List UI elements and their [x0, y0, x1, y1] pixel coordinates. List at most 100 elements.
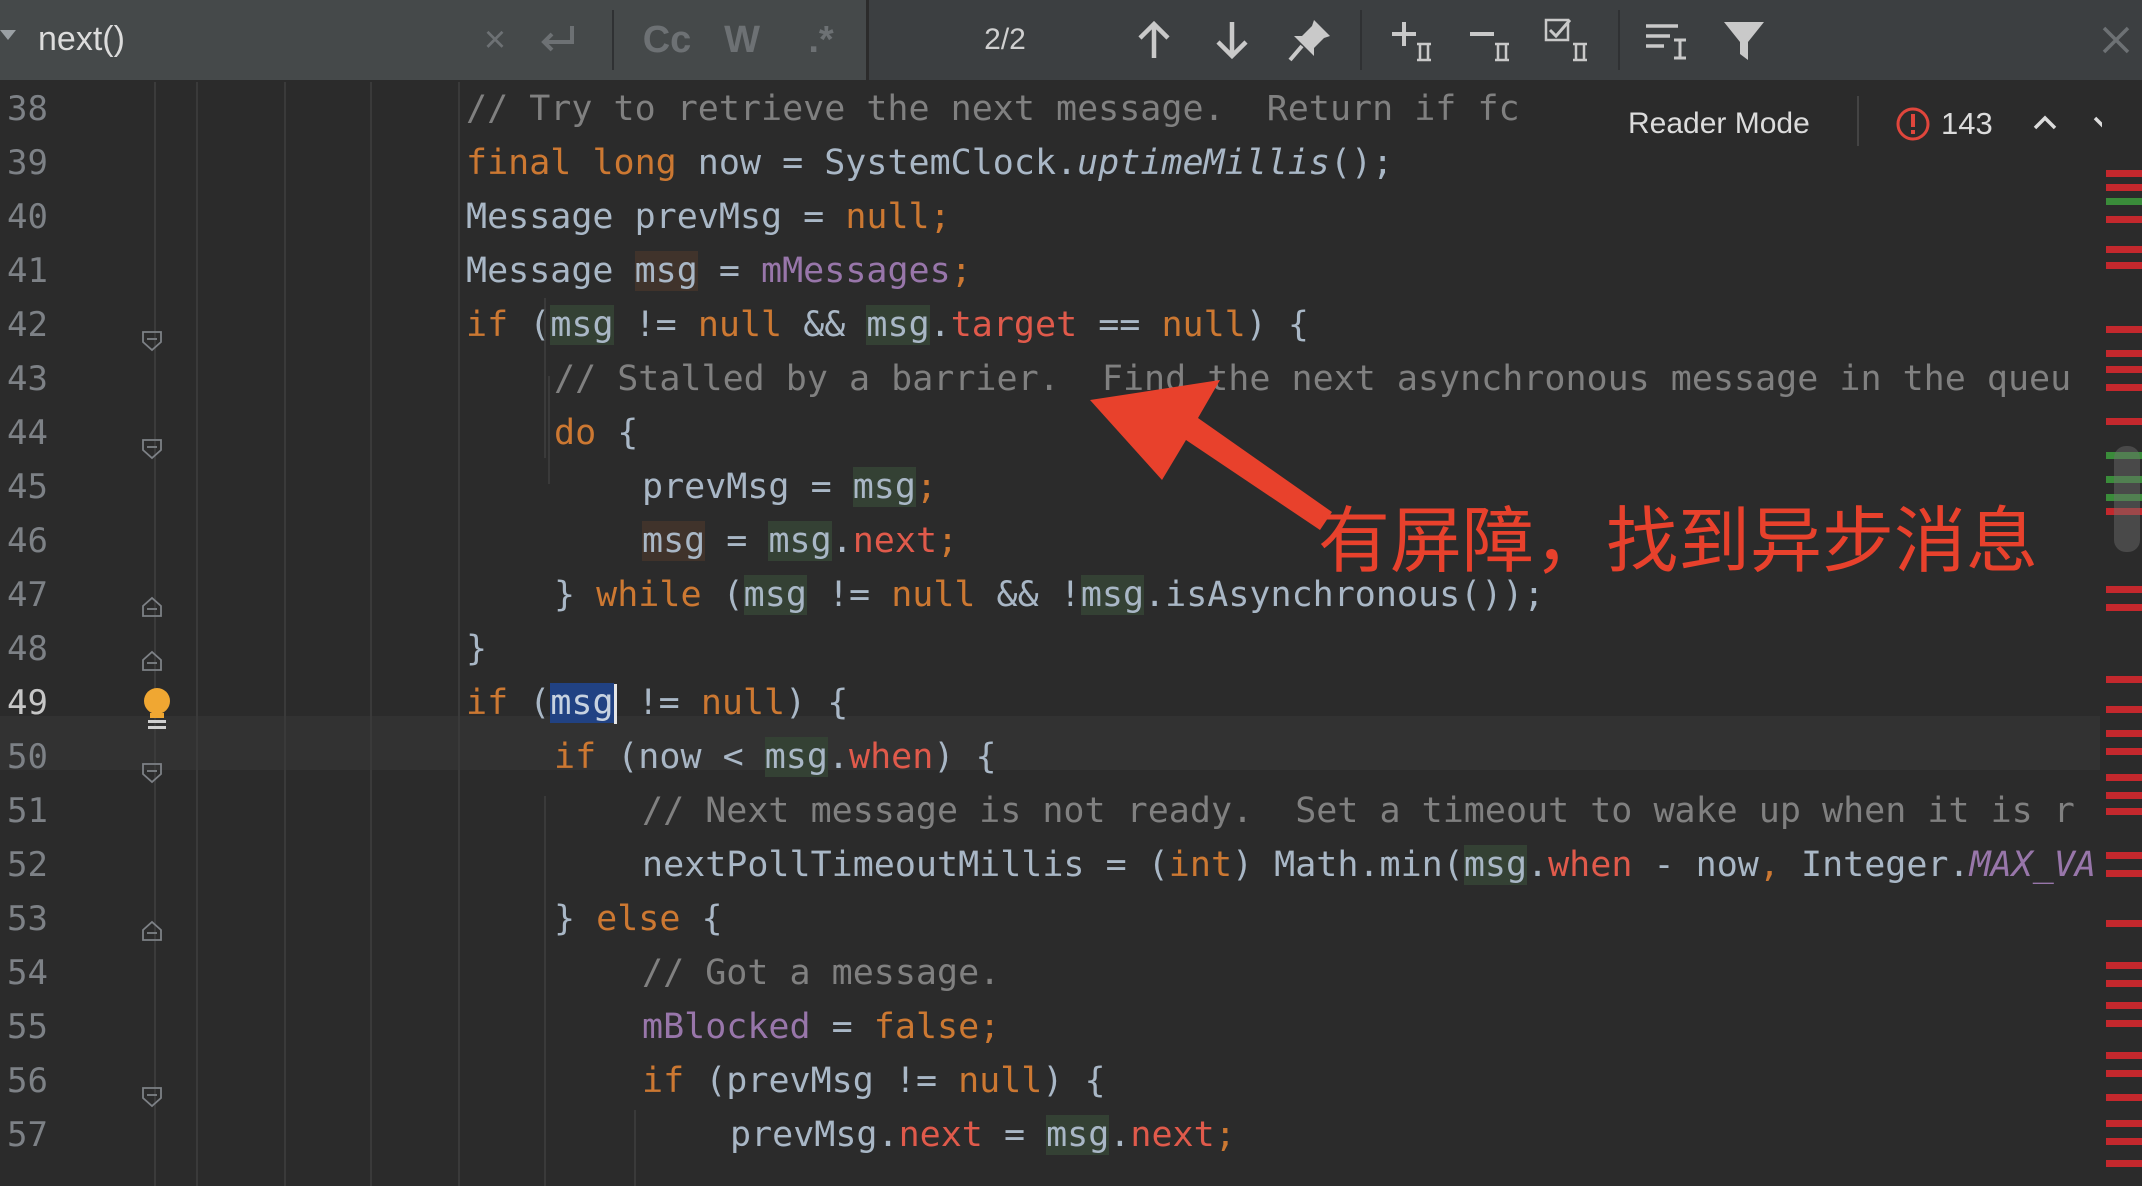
error-marker[interactable] [2106, 384, 2142, 391]
token: ( [508, 305, 551, 345]
code-line-current: 49 if (msg != null) { [0, 676, 2100, 730]
line-number: 43 [7, 359, 48, 399]
line-number: 56 [7, 1061, 48, 1101]
error-marker[interactable] [2106, 1052, 2142, 1059]
error-marker[interactable] [2106, 1160, 2142, 1167]
error-marker[interactable] [2106, 792, 2142, 799]
next-occurrence-icon[interactable] [1206, 14, 1258, 66]
error-icon[interactable] [1895, 106, 1931, 142]
change-marker[interactable] [2106, 198, 2142, 205]
search-history-icon[interactable] [0, 30, 16, 40]
token-variable: msg [550, 305, 614, 345]
token-field: target [950, 305, 1078, 345]
new-line-icon[interactable] [532, 14, 584, 66]
select-all-occurrences-icon[interactable] [1542, 14, 1594, 66]
error-marker[interactable] [2106, 1002, 2142, 1009]
token: = [810, 1007, 874, 1047]
error-marker[interactable] [2106, 326, 2142, 333]
scrollbar-thumb[interactable] [2114, 446, 2140, 552]
words-toggle[interactable]: W [714, 12, 770, 68]
line-number: 40 [7, 197, 48, 237]
pin-icon[interactable] [1284, 14, 1336, 66]
error-marker[interactable] [2106, 262, 2142, 269]
token-type: Message [466, 197, 614, 237]
filter-icon[interactable] [1718, 14, 1770, 66]
error-marker[interactable] [2106, 962, 2142, 969]
error-marker[interactable] [2106, 852, 2142, 859]
error-marker[interactable] [2106, 1020, 2142, 1027]
line-number: 52 [7, 845, 48, 885]
token-field: when [1548, 845, 1633, 885]
token: ; [929, 197, 951, 237]
fold-end-icon[interactable] [141, 920, 163, 942]
error-marker[interactable] [2106, 184, 2142, 191]
code-text: if (msg != null && msg.target == null) { [466, 298, 1309, 352]
toolbar-separator [1360, 10, 1362, 70]
error-marker[interactable] [2106, 676, 2142, 683]
fold-collapse-icon[interactable] [141, 330, 163, 352]
error-marker[interactable] [2106, 1094, 2142, 1101]
code-line: 56 if (prevMsg != null) { [0, 1054, 2100, 1108]
error-marker[interactable] [2106, 604, 2142, 611]
reader-mode-button[interactable]: Reader Mode [1628, 104, 1810, 144]
code-line: 55 mBlocked = false; [0, 1000, 2100, 1054]
token: ; [937, 521, 959, 561]
fold-collapse-icon[interactable] [141, 1086, 163, 1108]
close-search-icon[interactable] [2090, 14, 2142, 66]
add-occurrence-icon[interactable] [1386, 14, 1438, 66]
token: ( [701, 575, 744, 615]
code-editor[interactable]: 38 // Try to retrieve the next message. … [0, 82, 2142, 1186]
clear-search-icon[interactable]: × [470, 12, 520, 68]
error-marker[interactable] [2106, 170, 2142, 177]
annotation-arrow-icon [1090, 380, 1332, 530]
toolbar-separator [1857, 96, 1859, 146]
code-text: // Got a message. [642, 953, 1001, 993]
code-text: Message msg = mMessages; [466, 244, 972, 298]
remove-occurrence-icon[interactable] [1464, 14, 1516, 66]
line-number: 47 [7, 575, 48, 615]
error-marker[interactable] [2106, 730, 2142, 737]
token-keyword: null [697, 305, 783, 345]
token: != [613, 305, 698, 345]
selected-token[interactable]: msg [550, 683, 614, 723]
error-marker[interactable] [2106, 808, 2142, 815]
fold-collapse-icon[interactable] [141, 438, 163, 460]
filter-search-results-icon[interactable] [1640, 14, 1692, 66]
token-type: Message [466, 251, 614, 291]
error-marker[interactable] [2106, 920, 2142, 927]
code-line: 50 if (now < msg.when) { [0, 730, 2100, 784]
token: ; [1214, 1115, 1236, 1155]
error-marker[interactable] [2106, 1138, 2142, 1145]
token: ) { [1245, 305, 1309, 345]
error-marker[interactable] [2106, 1120, 2142, 1127]
fold-collapse-icon[interactable] [141, 762, 163, 784]
line-number: 57 [7, 1115, 48, 1155]
error-marker[interactable] [2106, 366, 2142, 373]
token: ) { [785, 683, 849, 723]
previous-highlighted-error-icon[interactable] [2030, 108, 2060, 138]
match-case-toggle[interactable]: Cc [632, 12, 702, 68]
error-marker[interactable] [2106, 586, 2142, 593]
error-marker[interactable] [2106, 706, 2142, 713]
fold-end-icon[interactable] [141, 596, 163, 618]
token: == [1077, 305, 1162, 345]
error-marker[interactable] [2106, 774, 2142, 781]
error-marker[interactable] [2106, 1070, 2142, 1077]
error-marker[interactable] [2106, 748, 2142, 755]
error-marker[interactable] [2106, 418, 2142, 425]
error-marker[interactable] [2106, 216, 2142, 223]
fold-end-icon[interactable] [141, 650, 163, 672]
error-marker[interactable] [2106, 870, 2142, 877]
error-count[interactable]: 143 [1941, 104, 1993, 144]
error-marker[interactable] [2106, 246, 2142, 253]
error-marker[interactable] [2106, 980, 2142, 987]
line-number: 39 [7, 143, 48, 183]
lightbulb-icon[interactable] [140, 686, 174, 734]
token-variable: msg [1080, 575, 1145, 615]
code-text: prevMsg = msg; [642, 460, 937, 514]
error-marker[interactable] [2106, 350, 2142, 357]
regex-toggle[interactable]: .* [790, 12, 852, 68]
search-input[interactable] [38, 14, 458, 64]
previous-occurrence-icon[interactable] [1128, 14, 1180, 66]
token: { [680, 899, 723, 939]
